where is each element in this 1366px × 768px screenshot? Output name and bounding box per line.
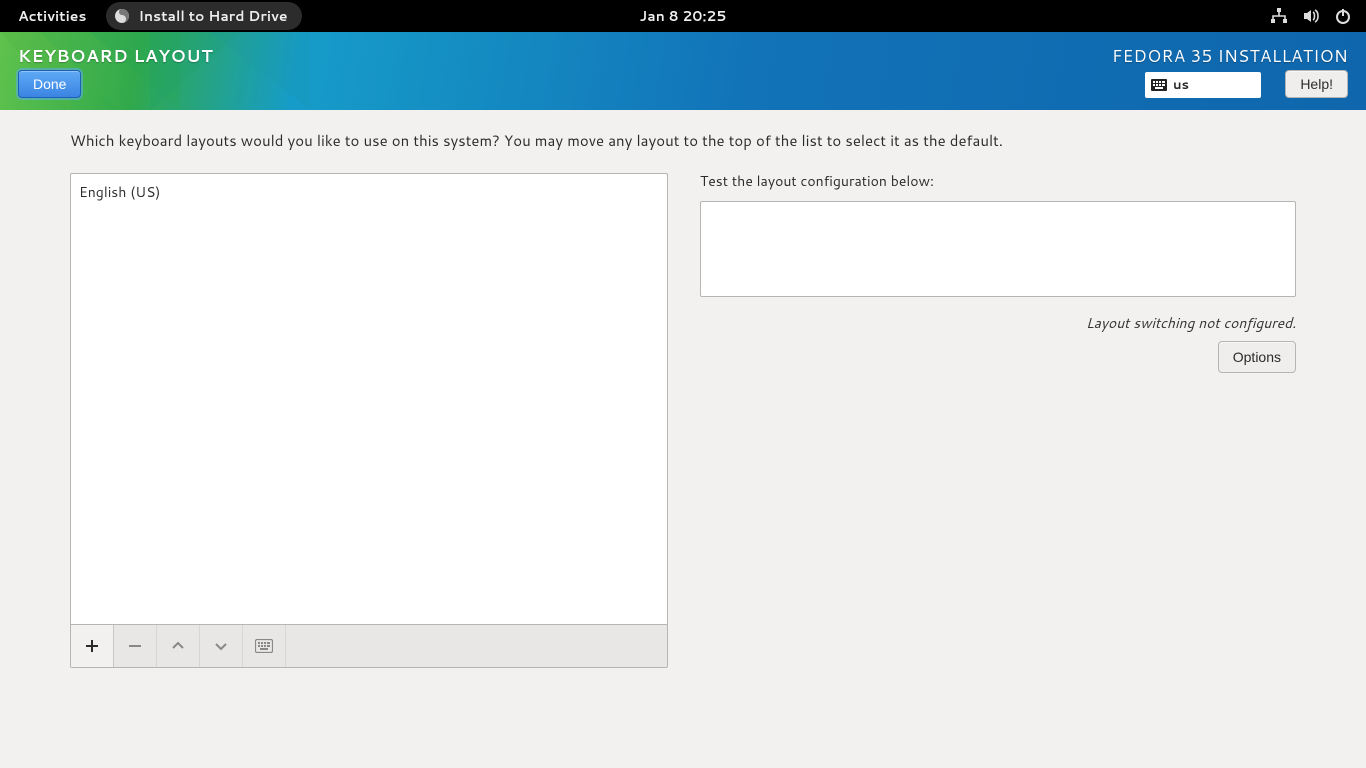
anaconda-header: KEYBOARD LAYOUT Done FEDORA 35 INSTALLAT… xyxy=(0,32,1366,110)
add-layout-button[interactable] xyxy=(71,625,114,667)
app-pill-label: Install to Hard Drive xyxy=(138,6,287,26)
anaconda-icon xyxy=(114,8,130,24)
volume-icon[interactable] xyxy=(1302,7,1320,25)
network-icon[interactable] xyxy=(1270,7,1288,25)
keyboard-outline-icon xyxy=(255,639,273,653)
keyboard-layout-indicator-label: us xyxy=(1173,76,1189,94)
prompt-text: Which keyboard layouts would you like to… xyxy=(70,130,1296,151)
keyboard-layout-list[interactable]: English (US) xyxy=(70,173,668,624)
page-title: KEYBOARD LAYOUT xyxy=(18,44,213,68)
remove-layout-button xyxy=(114,625,157,667)
preview-layout-button xyxy=(243,625,286,667)
move-down-button xyxy=(200,625,243,667)
keyboard-layout-indicator[interactable]: us xyxy=(1145,72,1261,98)
help-button[interactable]: Help! xyxy=(1285,70,1348,98)
plus-icon xyxy=(84,638,100,654)
chevron-down-icon xyxy=(213,638,229,654)
chevron-up-icon xyxy=(170,638,186,654)
options-button[interactable]: Options xyxy=(1218,341,1296,373)
test-label: Test the layout configuration below: xyxy=(700,171,1296,191)
layout-switch-status: Layout switching not configured. xyxy=(700,313,1296,333)
app-pill-install[interactable]: Install to Hard Drive xyxy=(106,2,301,30)
move-up-button xyxy=(157,625,200,667)
keyboard-layout-item[interactable]: English (US) xyxy=(79,180,659,204)
clock[interactable]: Jan 8 20:25 xyxy=(640,6,727,26)
minus-icon xyxy=(127,638,143,654)
content-area: Which keyboard layouts would you like to… xyxy=(0,110,1366,668)
power-icon[interactable] xyxy=(1334,7,1352,25)
test-input[interactable] xyxy=(700,201,1296,297)
done-button[interactable]: Done xyxy=(18,70,81,98)
activities-button[interactable]: Activities xyxy=(8,6,96,26)
product-title: FEDORA 35 INSTALLATION xyxy=(1112,44,1348,68)
layout-list-toolbar xyxy=(70,624,668,668)
keyboard-icon xyxy=(1151,79,1167,91)
gnome-topbar: Activities Install to Hard Drive Jan 8 2… xyxy=(0,0,1366,32)
